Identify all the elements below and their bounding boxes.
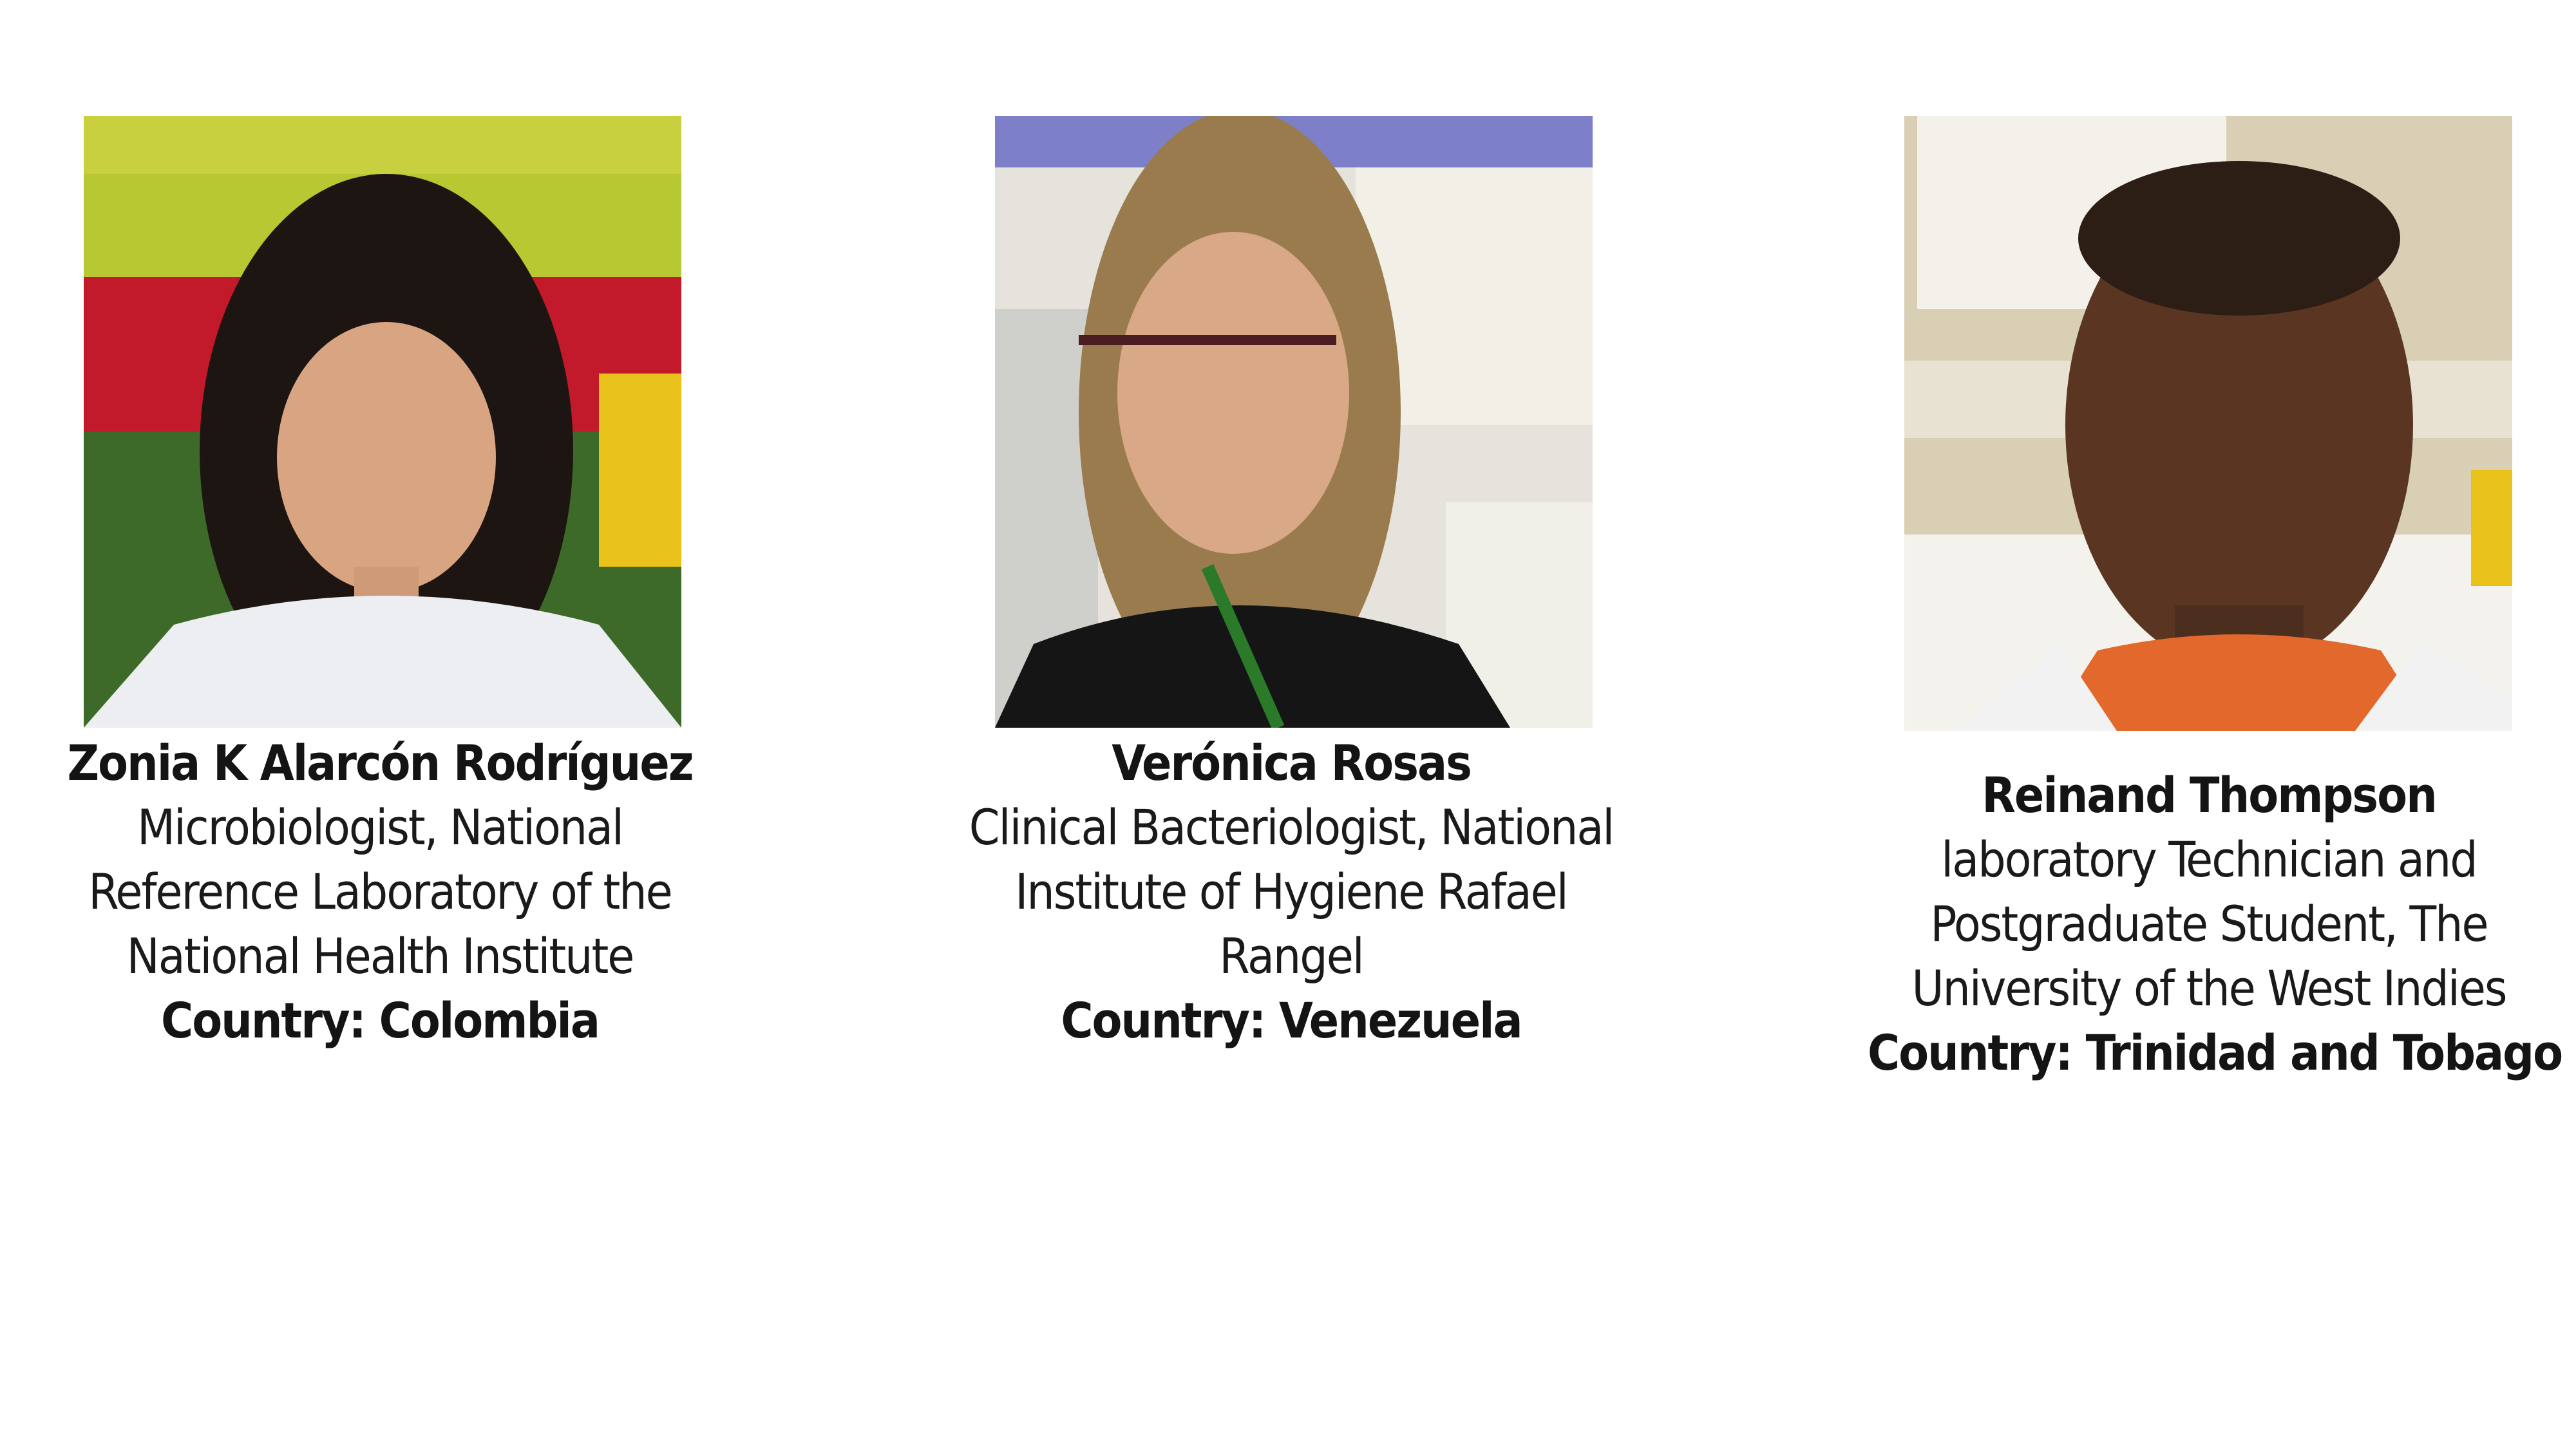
person-country: Country: Trinidad and Tobago [1868,1024,2563,1081]
person-role-line: Clinical Bacteriologist, National [969,799,1615,856]
person-role-line: laboratory Technician and [1941,831,2477,888]
person-role-line: Postgraduate Student, The [1930,895,2488,952]
person-name: Verónica Rosas [1112,734,1472,791]
person-country: Country: Venezuela [1061,992,1522,1049]
person-name: Zonia K Alarcón Rodríguez [67,734,694,791]
profile-caption-3: Reinand Thompson laboratory Technician a… [1868,763,2563,1085]
person-role-line: Microbiologist, National [137,799,624,856]
person-role-line: Reference Laboratory of the [88,863,672,920]
person-role-line: Rangel [1219,927,1365,985]
profile-caption-1: Zonia K Alarcón Rodríguez Microbiologist… [64,731,696,1053]
person-role-line: Institute of Hygiene Rafael [1015,863,1568,920]
person-role-line: University of the West Indies [1911,960,2507,1017]
person-country: Country: Colombia [161,992,600,1049]
profile-photo-3 [1904,116,2512,731]
person-name: Reinand Thompson [1982,766,2438,824]
profile-caption-2: Verónica Rosas Clinical Bacteriologist, … [960,731,1623,1053]
profile-photo-2 [995,116,1593,728]
person-role-line: National Health Institute [126,927,635,985]
profile-photo-1 [84,116,681,728]
